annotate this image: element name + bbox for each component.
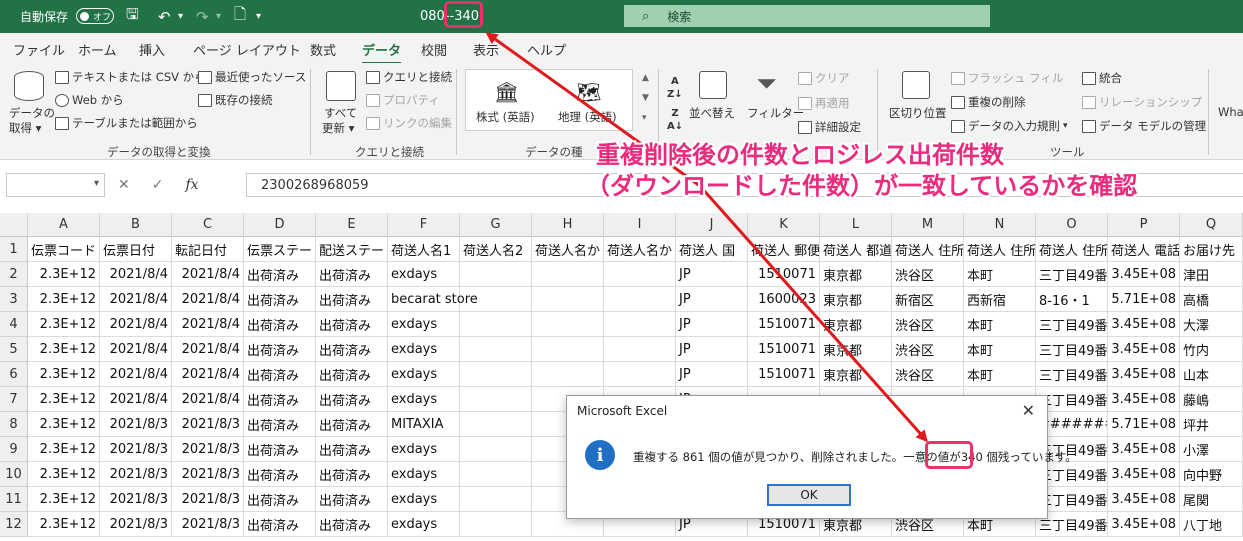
annotation-arrow (485, 32, 928, 443)
annotation-line-2: （ダウンロードした件数）が一致しているかを確認 (586, 172, 1138, 200)
annotation-line-1: 重複削除後の件数とロジレス出荷件数 (596, 141, 1004, 169)
annotation-text: 重複削除後の件数とロジレス出荷件数 （ダウンロードした件数）が一致しているかを確… (586, 140, 1162, 202)
filename-count-highlight (444, 1, 483, 28)
arrow-to-dialog (698, 185, 928, 443)
dialog-count-highlight (925, 441, 973, 469)
